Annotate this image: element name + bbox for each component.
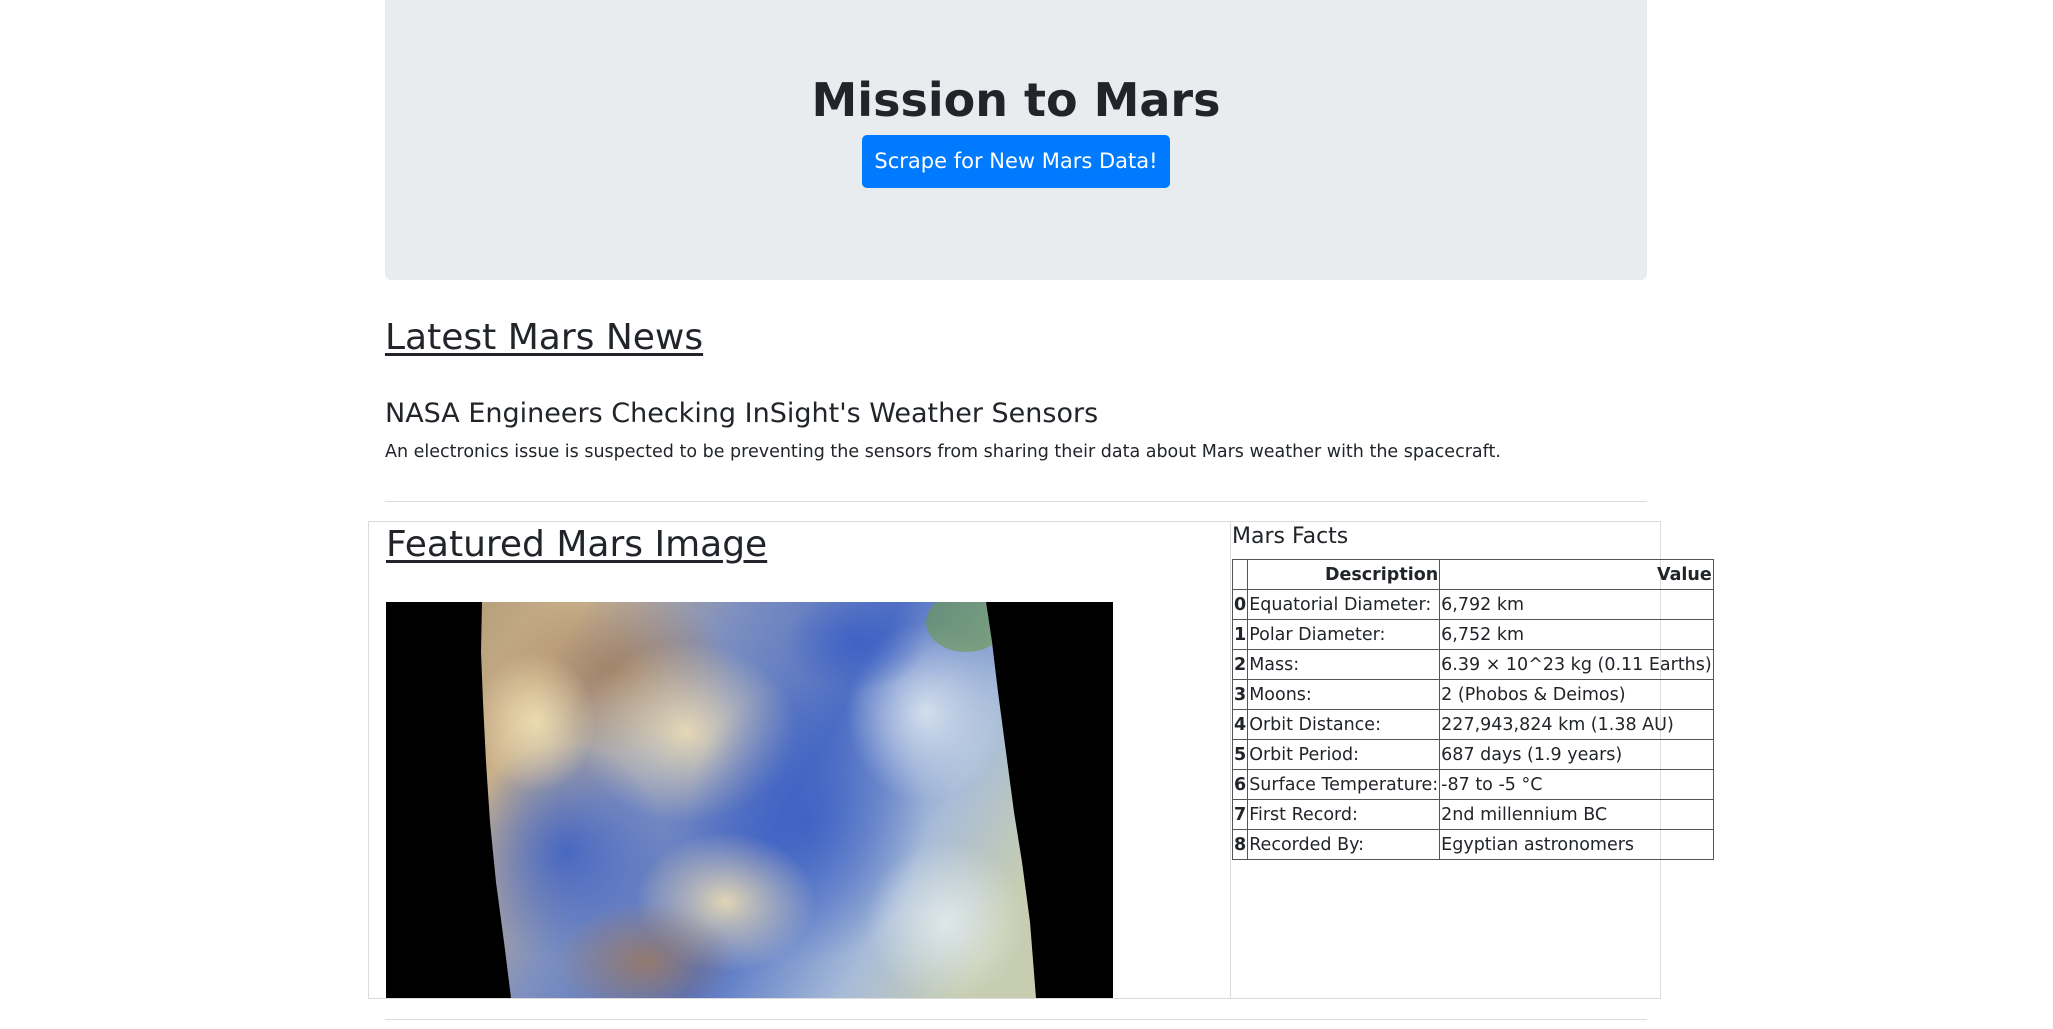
table-row: 5 Orbit Period: 687 days (1.9 years) [1231, 739, 1714, 770]
page: Mission to Mars Scrape for New Mars Data… [0, 0, 2053, 1029]
featured-image-heading: Featured Mars Image [386, 524, 768, 565]
row-index: 8 [1231, 829, 1249, 860]
news-paragraph: An electronics issue is suspected to be … [385, 442, 1501, 462]
mars-facts-heading: Mars Facts [1232, 524, 1349, 549]
table-row: 7 First Record: 2nd millennium BC [1231, 799, 1714, 830]
column-header: Value [1439, 559, 1714, 590]
fact-description: Equatorial Diameter: [1247, 589, 1441, 620]
column-header: Description [1247, 559, 1441, 590]
latest-news-heading: Latest Mars News [385, 317, 704, 358]
row-index: 4 [1231, 709, 1249, 740]
fact-description: Recorded By: [1247, 829, 1441, 860]
fact-value: Egyptian astronomers [1439, 829, 1714, 860]
scrape-button[interactable]: Scrape for New Mars Data! [862, 135, 1170, 188]
mars-facts-table: Description Value 0 Equatorial Diameter: 6… [1231, 559, 1714, 860]
fact-description: Surface Temperature: [1247, 769, 1441, 800]
fact-description: Polar Diameter: [1247, 619, 1441, 650]
row-index: 3 [1231, 679, 1249, 710]
featured-mars-image [386, 602, 1113, 998]
row-index: 2 [1231, 649, 1249, 680]
row-index: 1 [1231, 619, 1249, 650]
row-index: 6 [1231, 769, 1249, 800]
fact-value: 2 (Phobos & Deimos) [1439, 679, 1714, 710]
fact-description: First Record: [1247, 799, 1441, 830]
column-divider [1230, 521, 1231, 999]
fact-description: Moons: [1247, 679, 1441, 710]
table-row: 1 Polar Diameter: 6,752 km [1231, 619, 1714, 650]
fact-value: 6,752 km [1439, 619, 1714, 650]
row-index: 0 [1231, 589, 1249, 620]
table-row: 4 Orbit Distance: 227,943,824 km (1.38 AU) [1231, 709, 1714, 740]
table-header-row: Description Value [1231, 559, 1714, 590]
section-divider [385, 1019, 1647, 1020]
table-row: 8 Recorded By: Egyptian astronomers [1231, 829, 1714, 860]
fact-value: 6.39 × 10^23 kg (0.11 Earths) [1439, 649, 1714, 680]
table-row: 6 Surface Temperature: -87 to -5 °C [1231, 769, 1714, 800]
fact-description: Orbit Period: [1247, 739, 1441, 770]
section-divider [385, 501, 1647, 502]
fact-value: -87 to -5 °C [1439, 769, 1714, 800]
table-row: 0 Equatorial Diameter: 6,792 km [1231, 589, 1714, 620]
news-headline: NASA Engineers Checking InSight's Weathe… [385, 398, 1099, 429]
fact-value: 227,943,824 km (1.38 AU) [1439, 709, 1714, 740]
fact-description: Orbit Distance: [1247, 709, 1441, 740]
table-row: 3 Moons: 2 (Phobos & Deimos) [1231, 679, 1714, 710]
fact-description: Mass: [1247, 649, 1441, 680]
fact-value: 6,792 km [1439, 589, 1714, 620]
row-index: 5 [1231, 739, 1249, 770]
table-row: 2 Mass: 6.39 × 10^23 kg (0.11 Earths) [1231, 649, 1714, 680]
column-header [1231, 559, 1249, 590]
fact-value: 2nd millennium BC [1439, 799, 1714, 830]
jumbotron-header: Mission to Mars Scrape for New Mars Data… [385, 0, 1647, 280]
fact-value: 687 days (1.9 years) [1439, 739, 1714, 770]
row-index: 7 [1231, 799, 1249, 830]
page-title: Mission to Mars [811, 73, 1221, 127]
